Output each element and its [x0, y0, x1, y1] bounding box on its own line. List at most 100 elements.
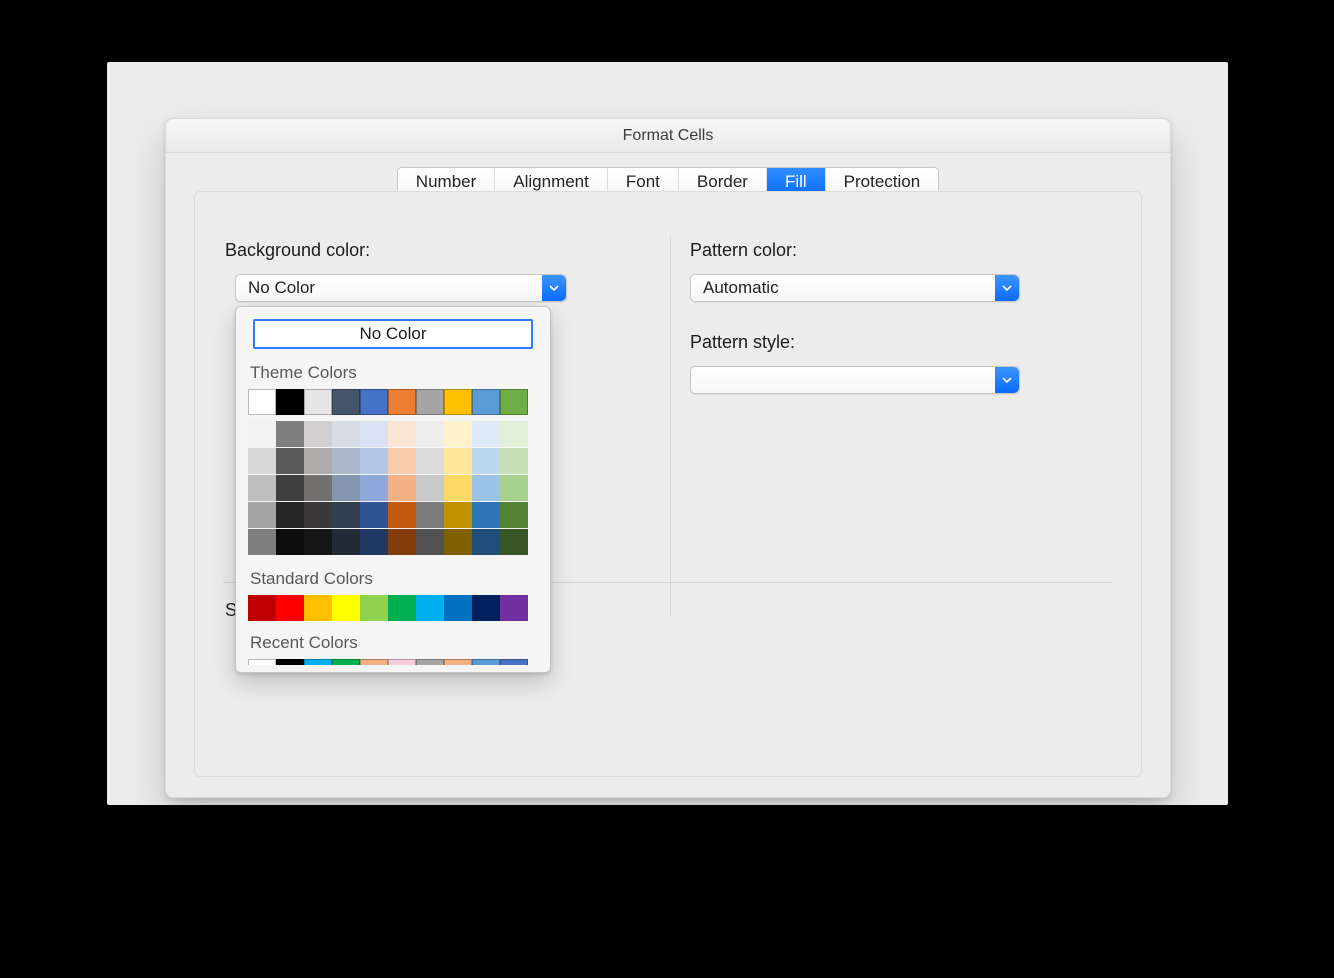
- color-swatch[interactable]: [276, 595, 304, 621]
- color-swatch[interactable]: [388, 421, 416, 447]
- color-swatch[interactable]: [416, 659, 444, 665]
- background-color-dropdown[interactable]: No Color: [235, 274, 567, 302]
- color-swatch[interactable]: [276, 475, 304, 501]
- vertical-divider: [670, 236, 671, 616]
- chevron-down-icon: [995, 367, 1019, 393]
- color-swatch[interactable]: [416, 475, 444, 501]
- color-swatch[interactable]: [276, 659, 304, 665]
- recent-colors-row: [248, 659, 538, 665]
- color-swatch[interactable]: [360, 421, 388, 447]
- color-swatch[interactable]: [332, 421, 360, 447]
- color-swatch[interactable]: [388, 448, 416, 474]
- color-swatch[interactable]: [360, 659, 388, 665]
- color-swatch[interactable]: [332, 448, 360, 474]
- color-swatch[interactable]: [248, 529, 276, 555]
- background-color-label: Background color:: [225, 240, 370, 261]
- color-swatch[interactable]: [416, 529, 444, 555]
- color-swatch[interactable]: [472, 389, 500, 415]
- color-swatch[interactable]: [248, 448, 276, 474]
- color-swatch[interactable]: [416, 502, 444, 528]
- color-swatch[interactable]: [248, 475, 276, 501]
- app-background: Format Cells Number Alignment Font Borde…: [107, 62, 1228, 805]
- color-swatch[interactable]: [304, 421, 332, 447]
- color-swatch[interactable]: [332, 475, 360, 501]
- color-swatch[interactable]: [332, 595, 360, 621]
- pattern-color-dropdown[interactable]: Automatic: [690, 274, 1020, 302]
- theme-colors-tints: [248, 421, 538, 555]
- color-swatch[interactable]: [276, 448, 304, 474]
- color-swatch[interactable]: [472, 529, 500, 555]
- color-swatch[interactable]: [304, 389, 332, 415]
- pattern-style-label: Pattern style:: [690, 332, 795, 353]
- color-swatch[interactable]: [248, 421, 276, 447]
- color-swatch[interactable]: [248, 659, 276, 665]
- color-swatch[interactable]: [304, 529, 332, 555]
- color-swatch[interactable]: [444, 475, 472, 501]
- color-swatch[interactable]: [360, 389, 388, 415]
- pattern-color-label: Pattern color:: [690, 240, 797, 261]
- color-swatch[interactable]: [416, 389, 444, 415]
- theme-colors-title: Theme Colors: [250, 363, 538, 383]
- color-swatch[interactable]: [388, 475, 416, 501]
- color-swatch[interactable]: [500, 389, 528, 415]
- color-swatch[interactable]: [388, 595, 416, 621]
- color-swatch[interactable]: [388, 502, 416, 528]
- color-swatch[interactable]: [472, 595, 500, 621]
- color-swatch[interactable]: [444, 502, 472, 528]
- color-swatch[interactable]: [500, 659, 528, 665]
- color-swatch[interactable]: [472, 502, 500, 528]
- no-color-button[interactable]: No Color: [253, 319, 533, 349]
- color-swatch[interactable]: [248, 595, 276, 621]
- color-swatch[interactable]: [276, 421, 304, 447]
- color-swatch[interactable]: [388, 659, 416, 665]
- color-swatch[interactable]: [444, 448, 472, 474]
- color-swatch[interactable]: [304, 595, 332, 621]
- color-swatch[interactable]: [248, 502, 276, 528]
- color-swatch[interactable]: [304, 475, 332, 501]
- color-swatch[interactable]: [444, 529, 472, 555]
- color-swatch[interactable]: [444, 595, 472, 621]
- color-swatch[interactable]: [388, 389, 416, 415]
- dialog-title: Format Cells: [623, 127, 714, 145]
- color-swatch[interactable]: [388, 529, 416, 555]
- standard-colors-row: [248, 595, 538, 621]
- color-swatch[interactable]: [500, 529, 528, 555]
- format-cells-dialog: Format Cells Number Alignment Font Borde…: [165, 118, 1171, 798]
- color-swatch[interactable]: [360, 502, 388, 528]
- pattern-style-dropdown[interactable]: [690, 366, 1020, 394]
- color-swatch[interactable]: [500, 421, 528, 447]
- color-swatch[interactable]: [304, 448, 332, 474]
- color-swatch[interactable]: [500, 475, 528, 501]
- color-swatch[interactable]: [472, 475, 500, 501]
- color-swatch[interactable]: [500, 448, 528, 474]
- color-swatch[interactable]: [360, 529, 388, 555]
- color-swatch[interactable]: [472, 659, 500, 665]
- color-swatch[interactable]: [472, 421, 500, 447]
- color-swatch[interactable]: [332, 659, 360, 665]
- color-swatch[interactable]: [332, 502, 360, 528]
- color-swatch[interactable]: [444, 389, 472, 415]
- color-swatch[interactable]: [360, 475, 388, 501]
- color-swatch[interactable]: [416, 595, 444, 621]
- color-swatch[interactable]: [332, 529, 360, 555]
- color-swatch[interactable]: [248, 389, 276, 415]
- color-swatch[interactable]: [304, 659, 332, 665]
- color-swatch[interactable]: [276, 529, 304, 555]
- color-swatch[interactable]: [472, 448, 500, 474]
- color-swatch[interactable]: [444, 659, 472, 665]
- pattern-color-value: Automatic: [691, 278, 995, 298]
- color-swatch[interactable]: [304, 502, 332, 528]
- fill-panel: Background color: No Color Pattern color…: [194, 191, 1142, 777]
- color-swatch[interactable]: [416, 421, 444, 447]
- color-swatch[interactable]: [500, 595, 528, 621]
- color-swatch[interactable]: [360, 448, 388, 474]
- color-swatch[interactable]: [500, 502, 528, 528]
- color-swatch[interactable]: [276, 389, 304, 415]
- color-swatch[interactable]: [416, 448, 444, 474]
- color-swatch[interactable]: [276, 502, 304, 528]
- color-swatch[interactable]: [360, 595, 388, 621]
- color-swatch[interactable]: [444, 421, 472, 447]
- color-swatch[interactable]: [332, 389, 360, 415]
- recent-colors-title: Recent Colors: [250, 633, 538, 653]
- standard-colors-title: Standard Colors: [250, 569, 538, 589]
